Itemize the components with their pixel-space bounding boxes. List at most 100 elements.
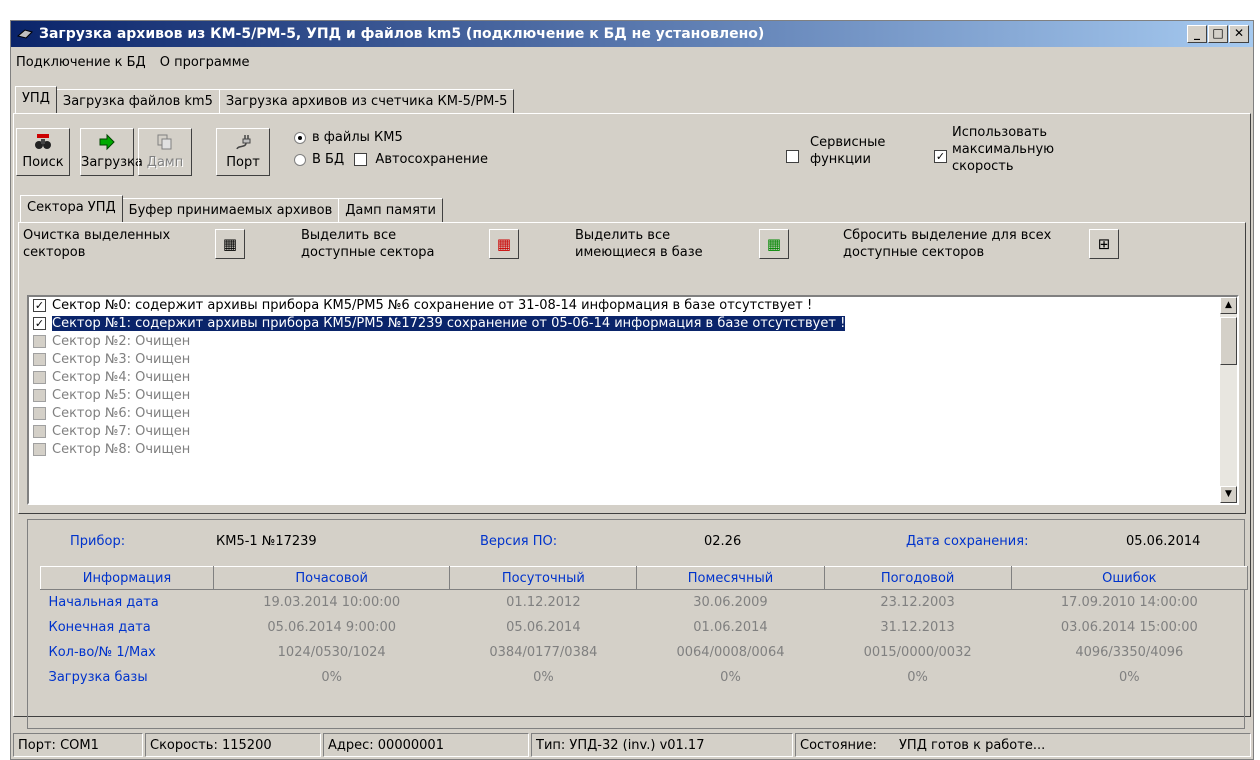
sector-text: Сектор №4: Очищен — [52, 370, 191, 385]
table-row: Начальная дата 19.03.2014 10:00:00 01.12… — [41, 590, 1248, 616]
status-state-label: Состояние: — [800, 738, 877, 753]
tab-buffer[interactable]: Буфер принимаемых архивов — [121, 198, 340, 222]
db-grid-icon: ▦ — [766, 235, 782, 253]
sector-text: Сектор №7: Очищен — [52, 424, 191, 439]
autosave-checkbox[interactable] — [354, 153, 368, 166]
list-item[interactable]: Сектор №2: Очищен — [29, 333, 1237, 351]
scroll-up-button[interactable]: ▲ — [1220, 297, 1237, 314]
scroll-down-button[interactable]: ▼ — [1220, 486, 1237, 503]
select-all-button[interactable]: ▦ — [489, 229, 519, 259]
tab-counter-archives[interactable]: Загрузка архивов из счетчика КМ-5/РМ-5 — [218, 89, 515, 113]
table-cell: 03.06.2014 15:00:00 — [1060, 620, 1198, 635]
table-cell: 05.06.2014 — [506, 620, 581, 635]
status-bar: Порт: COM1 Скорость: 115200 Адрес: 00000… — [11, 731, 1253, 757]
status-speed: Скорость: 115200 — [145, 733, 321, 757]
tab-sectors[interactable]: Сектора УПД — [20, 195, 123, 222]
clear-grid-icon: ▦ — [222, 235, 238, 253]
sector-text: Сектор №3: Очищен — [52, 352, 191, 367]
version-label: Версия ПО: — [480, 534, 558, 549]
list-item[interactable]: Сектор №6: Очищен — [29, 405, 1237, 423]
menu-about[interactable]: О программе — [155, 51, 255, 75]
table-row: Конечная дата 05.06.2014 9:00:00 05.06.2… — [41, 615, 1248, 640]
sub-tabs: Сектора УПД Буфер принимаемых архивов Да… — [20, 195, 443, 222]
radio-files-row[interactable]: в файлы КМ5 — [294, 128, 403, 148]
select-in-db-button[interactable]: ▦ — [759, 229, 789, 259]
table-cell: 0% — [1119, 670, 1140, 685]
scroll-thumb[interactable] — [1220, 317, 1237, 365]
load-label: Загрузка — [81, 155, 143, 170]
table-header-row: Информация Почасовой Посуточный Помесячн… — [40, 566, 1249, 590]
radio-files[interactable] — [294, 131, 306, 144]
table-cell: 0% — [720, 670, 741, 685]
table-cell: 31.12.2013 — [880, 620, 955, 635]
service-checkbox[interactable] — [786, 150, 799, 163]
sector-checkbox[interactable] — [33, 335, 46, 348]
list-scrollbar[interactable]: ▲ ▼ — [1220, 297, 1237, 503]
table-cell: 0% — [907, 670, 928, 685]
title-bar: Загрузка архивов из КМ-5/РМ-5, УПД и фай… — [11, 21, 1253, 47]
sector-checkbox[interactable] — [33, 371, 46, 384]
table-cell: 0015/0000/0032 — [863, 645, 972, 660]
sector-checkbox[interactable] — [33, 353, 46, 366]
clear-button[interactable]: ▦ — [215, 229, 245, 259]
table-cell: 01.06.2014 — [693, 620, 768, 635]
info-panel: Прибор: КМ5-1 №17239 Версия ПО: 02.26 Да… — [27, 519, 1249, 729]
menu-db-connect[interactable]: Подключение к БД — [11, 51, 151, 75]
save-date-label: Дата сохранения: — [906, 534, 1029, 549]
sector-checkbox[interactable] — [33, 425, 46, 438]
tab-upd[interactable]: УПД — [15, 86, 57, 113]
sector-checkbox[interactable] — [33, 407, 46, 420]
sector-checkbox[interactable]: ✓ — [33, 299, 46, 312]
device-label: Прибор: — [70, 534, 126, 549]
binoculars-icon — [17, 133, 69, 155]
sector-checkbox[interactable]: ✓ — [33, 317, 46, 330]
radio-db[interactable] — [294, 153, 306, 166]
load-button[interactable]: Загрузка — [80, 128, 143, 176]
autosave-label: Автосохранение — [375, 152, 488, 167]
list-item[interactable]: Сектор №8: Очищен — [29, 441, 1237, 459]
main-tabs: УПД Загрузка файлов km5 Загрузка архивов… — [15, 86, 515, 113]
reset-button[interactable]: ⊞ — [1089, 229, 1119, 259]
app-icon — [17, 29, 33, 39]
radio-db-row[interactable]: В БД Автосохранение — [294, 150, 488, 170]
sector-text: Сектор №6: Очищен — [52, 406, 191, 421]
sector-checkbox[interactable] — [33, 389, 46, 402]
close-button[interactable]: ✕ — [1229, 25, 1249, 43]
sector-list[interactable]: ✓ Сектор №0: содержит архивы прибора КМ5/… — [27, 295, 1239, 505]
table-cell: 05.06.2014 9:00:00 — [267, 620, 396, 635]
list-item[interactable]: ✓ Сектор №0: содержит архивы прибора КМ5/… — [29, 297, 1237, 315]
sector-text: Сектор №0: содержит архивы прибора КМ5/Р… — [52, 298, 813, 313]
clear-label: Очистка выделенных секторов — [23, 228, 171, 260]
select-grid-icon: ▦ — [496, 235, 512, 253]
save-date-value: 05.06.2014 — [1126, 534, 1201, 549]
radio-files-label: в файлы КМ5 — [312, 130, 403, 145]
minimize-button[interactable]: _ — [1187, 25, 1207, 43]
status-port: Порт: COM1 — [13, 733, 143, 757]
table-cell: 30.06.2009 — [693, 595, 768, 610]
sector-checkbox[interactable] — [33, 443, 46, 456]
main-window: Загрузка архивов из КМ-5/РМ-5, УПД и фай… — [10, 20, 1254, 760]
table-cell: 4096/3350/4096 — [1075, 645, 1184, 660]
arrow-up-icon: ▲ — [1225, 300, 1232, 310]
copy-icon — [139, 133, 191, 155]
list-item[interactable]: ✓ Сектор №1: содержит архивы прибора КМ5/… — [29, 315, 1237, 333]
status-type: Тип: УПД-32 (inv.) v01.17 — [531, 733, 793, 757]
arrow-down-icon: ▼ — [1225, 489, 1232, 499]
port-button[interactable]: Порт — [216, 128, 270, 176]
table-header: Почасовой — [212, 566, 451, 590]
select-all-label: Выделить все доступные сектора — [301, 228, 435, 260]
table-cell: 01.12.2012 — [506, 595, 581, 610]
dump-button[interactable]: Дамп — [138, 128, 192, 176]
search-button[interactable]: Поиск — [16, 128, 70, 176]
list-item[interactable]: Сектор №7: Очищен — [29, 423, 1237, 441]
list-item[interactable]: Сектор №4: Очищен — [29, 369, 1237, 387]
list-item[interactable]: Сектор №3: Очищен — [29, 351, 1237, 369]
tab-memory-dump[interactable]: Дамп памяти — [338, 198, 443, 222]
select-in-db-label: Выделить все имеющиеся в базе — [575, 228, 703, 260]
table-cell: Конечная дата — [48, 620, 151, 635]
max-speed-checkbox[interactable]: ✓ — [934, 150, 947, 163]
tab-km5-files[interactable]: Загрузка файлов km5 — [55, 89, 220, 113]
status-address: Адрес: 00000001 — [323, 733, 529, 757]
list-item[interactable]: Сектор №5: Очищен — [29, 387, 1237, 405]
maximize-button[interactable]: □ — [1208, 25, 1228, 43]
